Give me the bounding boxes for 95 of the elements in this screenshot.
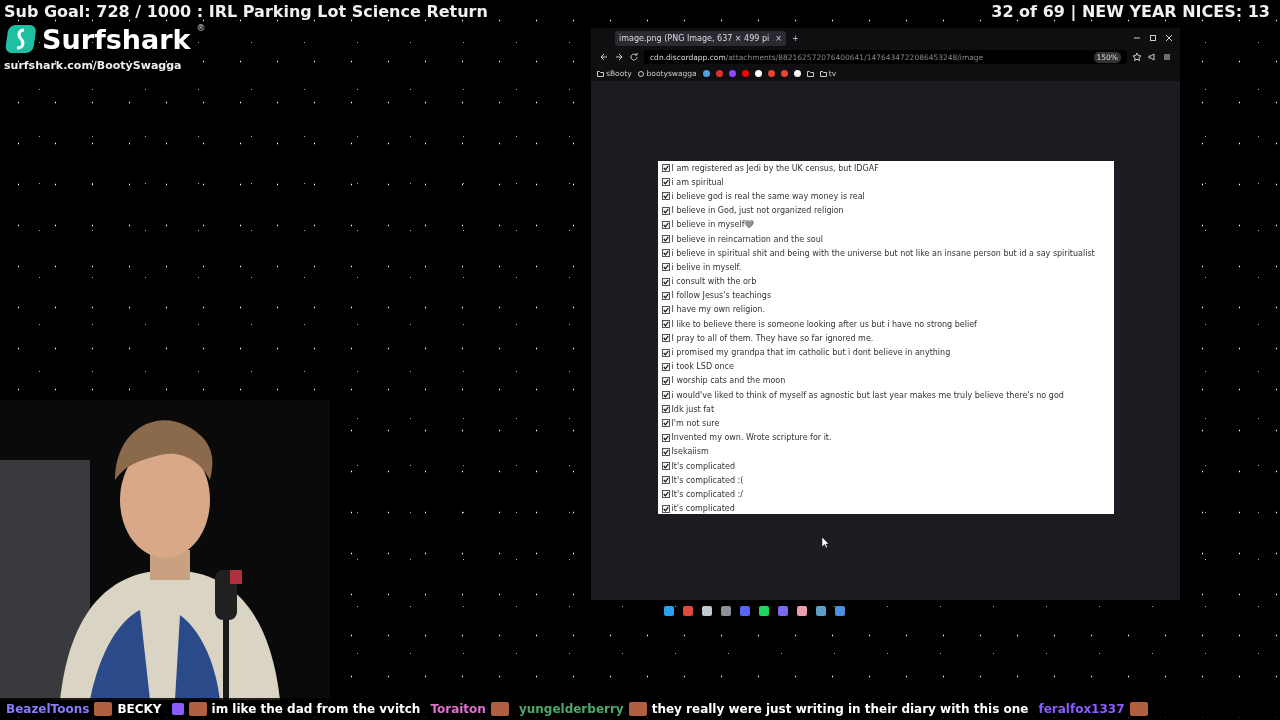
folder-icon	[597, 70, 604, 77]
checkbox[interactable]	[661, 178, 670, 187]
checkbox[interactable]	[661, 405, 670, 414]
chat-message: they really were just writing in their diary with this one	[651, 702, 1029, 716]
checkbox[interactable]	[661, 462, 670, 471]
option-label: It's complicated :/	[671, 489, 743, 499]
option-label: i took LSD once	[671, 362, 734, 372]
option-label: i believe god is real the same way money is real	[671, 191, 865, 201]
checkbox[interactable]	[661, 362, 670, 371]
taskbar-app-icon[interactable]	[721, 606, 731, 616]
chat-username: Toraiton	[430, 702, 486, 716]
checkbox[interactable]	[661, 305, 670, 314]
option-label: I like to believe there is someone looking after us but i have no strong belief	[671, 319, 977, 329]
checkbox[interactable]	[661, 320, 670, 329]
sponsor-name: Surfshark	[42, 23, 191, 55]
close-icon[interactable]	[1164, 33, 1174, 43]
checkbox[interactable]	[661, 206, 670, 215]
taskbar-app-icon[interactable]	[683, 606, 693, 616]
option-label: i believe in spiritual shit and being with the universe but not like an insane person but id a say spiritualist	[671, 248, 1095, 258]
checkbox[interactable]	[661, 291, 670, 300]
taskbar-app-icon[interactable]	[778, 606, 788, 616]
checkbox[interactable]	[661, 220, 670, 229]
bookmark-icon[interactable]	[702, 70, 710, 77]
cursor-icon	[822, 537, 829, 548]
checkbox[interactable]	[661, 391, 670, 400]
menu-icon[interactable]	[1162, 52, 1172, 62]
taskbar-app-icon[interactable]	[664, 606, 674, 616]
chat-username: BeazelToons	[6, 702, 90, 716]
option-label: I am registered as Jedi by the UK census, but IDGAF	[671, 163, 879, 173]
logo-icon	[4, 23, 36, 55]
option-label: Idk just fat	[671, 404, 715, 414]
emote-icon	[94, 702, 113, 716]
taskbar-app-icon[interactable]	[835, 606, 845, 616]
registered-mark: ®	[196, 23, 206, 33]
checkbox[interactable]	[661, 419, 670, 428]
taskbar-app-icon[interactable]	[797, 606, 807, 616]
option-label: Isekaiism	[671, 447, 709, 457]
option-label: I believe in myself🩶	[671, 220, 755, 230]
option-label: it's complicated	[671, 504, 735, 514]
bookmark-icon[interactable]	[793, 70, 801, 77]
new-tab-button[interactable]: +	[791, 33, 799, 43]
taskbar-app-icon[interactable]	[740, 606, 750, 616]
sponsor-url: surfshark.com/BootySwagga	[4, 59, 183, 72]
checkbox[interactable]	[661, 192, 670, 201]
checkbox[interactable]	[661, 263, 670, 272]
back-icon[interactable]	[599, 52, 609, 62]
checkbox[interactable]	[661, 376, 670, 385]
option-label: i consult with the orb	[671, 277, 757, 287]
checkbox[interactable]	[661, 447, 670, 456]
checkbox[interactable]	[661, 164, 670, 173]
checkbox[interactable]	[661, 334, 670, 343]
option-label: I believe in reincarnation and the soul	[671, 234, 824, 244]
chat-message: BECKY	[117, 702, 162, 716]
chat-username: feralfox1337	[1038, 702, 1125, 716]
option-label: I worship cats and the moon	[671, 376, 786, 386]
option-label: It's complicated :(	[671, 475, 744, 485]
sub-goal-text: Sub Goal: 728 / 1000 : IRL Parking Lot Science Return	[4, 2, 488, 21]
option-label: I follow Jesus's teachings	[671, 291, 772, 301]
emote-icon	[490, 702, 509, 716]
option-label: I'm not sure	[671, 418, 720, 428]
forward-icon[interactable]	[614, 52, 624, 62]
option-label: I believe in God, just not organized religion	[671, 206, 844, 216]
taskbar-app-icon[interactable]	[816, 606, 826, 616]
option-label: It's complicated	[671, 461, 735, 471]
option-label: I pray to all of them. They have so far ignored me.	[671, 333, 874, 343]
emote-icon	[1129, 702, 1148, 716]
emote-icon	[188, 702, 207, 716]
star-icon[interactable]	[1132, 52, 1142, 62]
maximize-icon[interactable]	[1148, 33, 1158, 43]
option-label: i promised my grandpa that im catholic but i dont believe in anything	[671, 348, 951, 358]
checkbox[interactable]	[661, 235, 670, 244]
chat-username: yungelderberry	[518, 702, 624, 716]
option-label: i belive in myself.	[671, 262, 742, 272]
checkbox[interactable]	[661, 277, 670, 286]
taskbar-app-icon[interactable]	[759, 606, 769, 616]
checkbox[interactable]	[661, 490, 670, 499]
checkbox[interactable]	[661, 249, 670, 258]
checkbox[interactable]	[661, 433, 670, 442]
globe-icon	[637, 70, 645, 77]
checkbox[interactable]	[661, 476, 670, 485]
browser-tab[interactable]: image.png (PNG Image, 637 × 499 pi ×	[615, 30, 786, 46]
speaker-icon[interactable]	[1147, 52, 1157, 62]
emote-icon	[628, 702, 647, 716]
reload-icon[interactable]	[629, 52, 639, 62]
checkbox[interactable]	[661, 348, 670, 357]
option-label: i am spiritual	[671, 177, 724, 187]
option-label: i would've liked to think of myself as agnostic but last year makes me truly believe there's no god	[671, 390, 1064, 400]
bookmark-icon[interactable]	[754, 70, 762, 77]
bookmark-folder[interactable]	[806, 70, 814, 77]
option-label: I have my own religion.	[671, 305, 765, 315]
counter-text: 32 of 69 | NEW YEAR NICES: 13	[991, 2, 1270, 21]
option-label: Invented my own. Wrote scripture for it.	[671, 433, 832, 443]
taskbar-app-icon[interactable]	[702, 606, 712, 616]
chat-message: im like the dad from the vvitch	[211, 702, 421, 716]
checkbox[interactable]	[661, 504, 670, 513]
